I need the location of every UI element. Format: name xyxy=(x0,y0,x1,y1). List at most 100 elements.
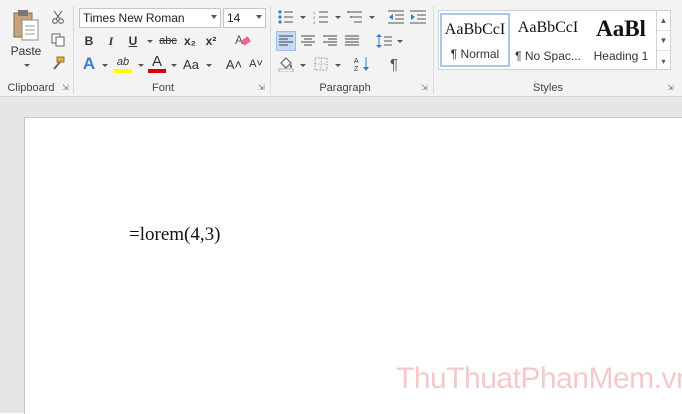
font-size-combo[interactable]: 14 xyxy=(223,8,266,28)
chevron-down-icon[interactable]: ▼ xyxy=(657,31,670,51)
line-spacing-icon xyxy=(376,34,392,48)
align-right-button[interactable] xyxy=(320,31,340,51)
style-heading-1[interactable]: AaBl Heading 1 xyxy=(585,13,657,67)
style-name: ¶ Normal xyxy=(450,47,500,61)
line-spacing-button[interactable] xyxy=(374,31,394,51)
more-styles-icon[interactable]: ▾ xyxy=(657,51,670,71)
paste-button[interactable]: Paste xyxy=(6,8,46,74)
paste-dropdown-icon[interactable] xyxy=(24,64,30,67)
borders-dropdown-icon[interactable] xyxy=(335,64,341,67)
separator xyxy=(433,6,434,94)
highlight-dropdown-icon[interactable] xyxy=(138,64,144,67)
style-sample: AaBbCcI xyxy=(444,21,506,38)
sort-button[interactable]: AZ xyxy=(352,54,372,74)
superscript-button[interactable]: x² xyxy=(202,32,220,50)
multilevel-list-dropdown-icon[interactable] xyxy=(369,16,375,19)
eraser-icon: A xyxy=(235,33,251,47)
document-text[interactable]: =lorem(4,3) xyxy=(129,224,220,246)
text-effects-button[interactable]: A xyxy=(80,54,98,74)
multilevel-list-button[interactable] xyxy=(345,8,365,26)
scissors-icon xyxy=(52,10,64,24)
format-painter-icon xyxy=(53,56,65,70)
shading-button[interactable] xyxy=(276,54,296,74)
grow-font-button[interactable]: A˄ xyxy=(225,54,243,74)
svg-text:Z: Z xyxy=(354,66,359,72)
change-case-dropdown-icon[interactable] xyxy=(206,64,212,67)
font-color-button[interactable]: A xyxy=(148,53,166,70)
clipboard-group-label: Clipboard xyxy=(7,82,55,94)
increase-indent-icon xyxy=(410,10,426,24)
font-color-bar xyxy=(148,69,166,73)
decrease-indent-button[interactable] xyxy=(386,8,406,26)
numbering-dropdown-icon[interactable] xyxy=(335,16,341,19)
styles-launcher-icon[interactable]: ⇲ xyxy=(667,84,675,92)
multilevel-list-icon xyxy=(347,11,362,23)
font-size-dropdown-icon[interactable] xyxy=(256,15,262,19)
align-center-button[interactable] xyxy=(298,31,318,51)
style-sample: AaBbCcI xyxy=(517,19,579,36)
italic-button[interactable]: I xyxy=(102,32,120,50)
style-no-spacing[interactable]: AaBbCcI ¶ No Spac... xyxy=(513,13,583,67)
cut-button[interactable] xyxy=(49,8,67,26)
clear-formatting-button[interactable]: A xyxy=(232,30,254,50)
styles-gallery: AaBbCcI ¶ Normal AaBbCcI ¶ No Spac... Aa… xyxy=(438,10,660,70)
font-name-dropdown-icon[interactable] xyxy=(211,15,217,19)
align-right-icon xyxy=(323,35,337,46)
watermark-logo: ThuThuatPhanMem.vn xyxy=(396,362,682,395)
highlight-color-bar xyxy=(114,69,132,73)
borders-button[interactable] xyxy=(311,54,331,74)
increase-indent-button[interactable] xyxy=(408,8,428,26)
paint-bucket-icon xyxy=(278,57,294,72)
borders-icon xyxy=(314,57,328,71)
paragraph-group-label: Paragraph xyxy=(319,82,371,94)
paste-label: Paste xyxy=(10,44,42,58)
align-left-icon xyxy=(279,35,293,46)
format-painter-button[interactable] xyxy=(49,54,67,72)
clipboard-launcher-icon[interactable]: ⇲ xyxy=(62,84,70,92)
style-normal[interactable]: AaBbCcI ¶ Normal xyxy=(440,13,510,67)
justify-icon xyxy=(345,35,359,46)
underline-dropdown-icon[interactable] xyxy=(147,40,153,43)
clipboard-icon xyxy=(13,10,39,41)
bold-button[interactable]: B xyxy=(80,32,98,50)
style-name: ¶ No Spac... xyxy=(515,49,581,63)
strikethrough-button[interactable]: abc xyxy=(156,32,180,50)
styles-group-label: Styles xyxy=(533,82,563,94)
decrease-indent-icon xyxy=(388,10,404,24)
align-center-icon xyxy=(301,35,315,46)
ribbon: Paste Clipboard ⇲ Times New Roman 14 B I… xyxy=(0,0,682,97)
separator xyxy=(73,6,74,94)
font-color-dropdown-icon[interactable] xyxy=(171,64,177,67)
chevron-up-icon[interactable]: ▲ xyxy=(657,11,670,31)
copy-button[interactable] xyxy=(49,31,67,49)
numbering-icon: 123 xyxy=(313,10,328,24)
sort-icon: AZ xyxy=(354,57,369,72)
paragraph-launcher-icon[interactable]: ⇲ xyxy=(421,84,429,92)
line-spacing-dropdown-icon[interactable] xyxy=(397,40,403,43)
bullets-dropdown-icon[interactable] xyxy=(300,16,306,19)
underline-button[interactable]: U xyxy=(124,32,142,50)
justify-button[interactable] xyxy=(342,31,362,51)
svg-text:A: A xyxy=(235,33,243,47)
separator xyxy=(270,6,271,94)
bullets-icon xyxy=(278,10,293,24)
text-effects-dropdown-icon[interactable] xyxy=(102,64,108,67)
font-name-combo[interactable]: Times New Roman xyxy=(79,8,221,28)
change-case-button[interactable]: Aa xyxy=(180,54,202,74)
style-sample: AaBl xyxy=(596,16,646,41)
svg-text:A: A xyxy=(354,58,359,65)
show-formatting-marks-button[interactable]: ¶ xyxy=(384,54,404,74)
subscript-button[interactable]: x₂ xyxy=(181,32,199,50)
bullets-button[interactable] xyxy=(276,8,296,26)
align-left-button[interactable] xyxy=(276,31,296,51)
font-name-value: Times New Roman xyxy=(83,11,185,25)
styles-scroll: ▲ ▼ ▾ xyxy=(656,10,671,70)
shrink-font-button[interactable]: A˅ xyxy=(247,54,265,74)
style-name: Heading 1 xyxy=(593,49,649,63)
font-launcher-icon[interactable]: ⇲ xyxy=(258,84,266,92)
svg-text:3: 3 xyxy=(313,20,316,24)
shading-dropdown-icon[interactable] xyxy=(300,64,306,67)
numbering-button[interactable]: 123 xyxy=(311,8,331,26)
font-group-label: Font xyxy=(151,82,174,94)
highlight-button[interactable]: ab xyxy=(112,54,134,70)
